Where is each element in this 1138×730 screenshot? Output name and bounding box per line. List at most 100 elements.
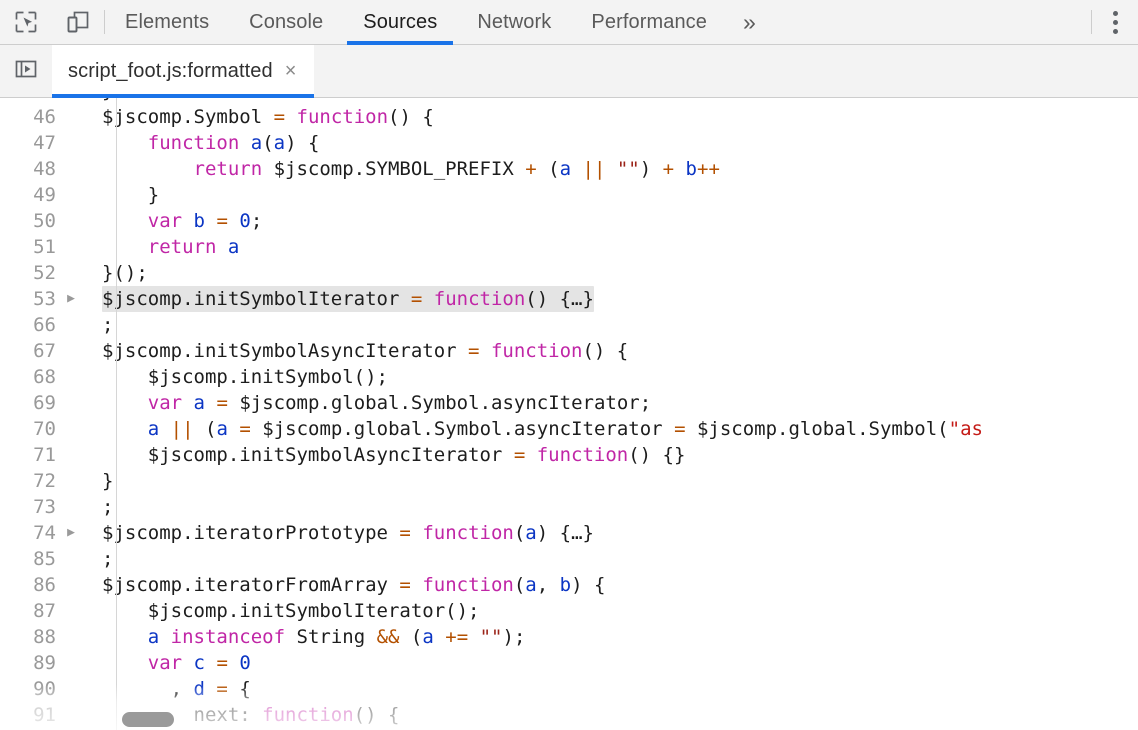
show-navigator-button[interactable]	[0, 45, 52, 97]
code-token	[228, 418, 239, 440]
code-line-text: var c = 0	[92, 650, 1138, 676]
line-gutter: 69	[0, 390, 92, 416]
code-token: a	[148, 418, 159, 440]
fold-expand-icon[interactable]: ▶	[56, 286, 86, 312]
tab-elements[interactable]: Elements	[105, 0, 229, 44]
code-line[interactable]: 53▶$jscomp.initSymbolIterator = function…	[0, 286, 1138, 312]
inspect-element-button[interactable]	[0, 0, 52, 44]
code-token: () {	[388, 106, 434, 128]
horizontal-scrollbar[interactable]	[0, 708, 1138, 730]
code-token	[102, 132, 148, 154]
more-tabs-button[interactable]: »	[727, 0, 772, 44]
code-token	[239, 132, 250, 154]
file-tab-script-foot[interactable]: script_foot.js:formatted ×	[52, 45, 314, 97]
fold-expand-icon[interactable]: ▶	[56, 520, 86, 546]
tab-console-label: Console	[249, 11, 323, 34]
code-line[interactable]: 46$jscomp.Symbol = function() {	[0, 104, 1138, 130]
more-options-button[interactable]	[1092, 0, 1138, 44]
code-token: a	[251, 132, 262, 154]
code-line[interactable]: 73;	[0, 494, 1138, 520]
code-line[interactable]: 89 var c = 0	[0, 650, 1138, 676]
line-number: 86	[0, 572, 56, 598]
line-number: 73	[0, 494, 56, 520]
code-token: $jscomp.initSymbolIterator	[102, 288, 411, 310]
line-number: 49	[0, 182, 56, 208]
line-number: 87	[0, 598, 56, 624]
code-token	[468, 626, 479, 648]
code-line[interactable]: 90 , d = {	[0, 676, 1138, 702]
code-token: b	[194, 210, 205, 232]
line-gutter: 52	[0, 260, 92, 286]
code-token: =	[216, 678, 227, 700]
code-token: a	[422, 626, 433, 648]
line-gutter: 70	[0, 416, 92, 442]
code-token: a	[525, 522, 536, 544]
device-toolbar-button[interactable]	[52, 0, 104, 44]
line-number: 72	[0, 468, 56, 494]
line-number: 69	[0, 390, 56, 416]
toolbar-spacer	[772, 0, 1091, 44]
code-token: ;	[102, 548, 113, 570]
code-line[interactable]: 74▶$jscomp.iteratorPrototype = function(…	[0, 520, 1138, 546]
kebab-menu-icon	[1113, 11, 1118, 34]
code-token: (	[514, 574, 525, 596]
code-token	[205, 678, 216, 700]
close-icon[interactable]: ×	[285, 61, 297, 81]
tab-network-label: Network	[477, 11, 551, 34]
code-line[interactable]: 85;	[0, 546, 1138, 572]
code-token	[480, 340, 491, 362]
code-line[interactable]: 88 a instanceof String && (a += "");	[0, 624, 1138, 650]
code-token	[102, 418, 148, 440]
code-line[interactable]: 86 $jscomp.iteratorFromArray = function(a…	[0, 572, 1138, 598]
code-line[interactable]: 51 return a	[0, 234, 1138, 260]
code-line-text: $jscomp.initSymbolAsyncIterator = functi…	[92, 442, 1138, 468]
code-line[interactable]: 50 var b = 0;	[0, 208, 1138, 234]
code-line[interactable]: 70 a || (a = $jscomp.global.Symbol.async…	[0, 416, 1138, 442]
code-token: }	[102, 98, 113, 102]
code-token	[205, 652, 216, 674]
horizontal-scrollbar-thumb[interactable]	[122, 712, 174, 727]
panel-tab-strip: Elements Console Sources Network Perform…	[105, 0, 1091, 44]
code-line[interactable]: 67$jscomp.initSymbolAsyncIterator = func…	[0, 338, 1138, 364]
code-token: $jscomp.global.Symbol.asyncIterator	[251, 418, 674, 440]
tab-network[interactable]: Network	[457, 0, 571, 44]
code-token: =	[468, 340, 479, 362]
tab-console[interactable]: Console	[229, 0, 343, 44]
line-gutter: 51	[0, 234, 92, 260]
code-line[interactable]: 48 return $jscomp.SYMBOL_PREFIX + (a || …	[0, 156, 1138, 182]
code-line[interactable]: 47 function a(a) {	[0, 130, 1138, 156]
code-line[interactable]: 71 $jscomp.initSymbolAsyncIterator = fun…	[0, 442, 1138, 468]
line-gutter: 48	[0, 156, 92, 182]
source-code-editor[interactable]: 45}46$jscomp.Symbol = function() {47 fun…	[0, 98, 1138, 730]
code-line-text: $jscomp.iteratorFromArray = function(a, …	[92, 572, 1138, 598]
code-token: "as	[949, 418, 983, 440]
code-token: }	[102, 184, 159, 206]
code-token: 0	[239, 652, 250, 674]
line-gutter: 49	[0, 182, 92, 208]
code-line-text: return $jscomp.SYMBOL_PREFIX + (a || "")…	[92, 156, 1138, 182]
code-line-text: ;	[92, 312, 1138, 338]
code-line[interactable]: 68 $jscomp.initSymbol();	[0, 364, 1138, 390]
code-token: $jscomp.iteratorPrototype	[102, 522, 399, 544]
code-token: ||	[583, 158, 606, 180]
code-token	[102, 652, 148, 674]
tab-sources-label: Sources	[363, 11, 437, 34]
code-line[interactable]: 49 }	[0, 182, 1138, 208]
code-line[interactable]: 69 var a = $jscomp.global.Symbol.asyncIt…	[0, 390, 1138, 416]
line-gutter: 67	[0, 338, 92, 364]
line-gutter: 72	[0, 468, 92, 494]
code-line[interactable]: 66;	[0, 312, 1138, 338]
code-line[interactable]: 87 $jscomp.initSymbolIterator();	[0, 598, 1138, 624]
code-token: ""	[617, 158, 640, 180]
code-token	[102, 626, 148, 648]
tab-performance[interactable]: Performance	[571, 0, 727, 44]
code-token: =	[514, 444, 525, 466]
code-token: ;	[102, 314, 113, 336]
code-token: ) {…}	[537, 522, 594, 544]
code-line[interactable]: 72}	[0, 468, 1138, 494]
code-token: =	[674, 418, 685, 440]
tab-sources[interactable]: Sources	[343, 0, 457, 44]
code-token	[205, 210, 216, 232]
code-line[interactable]: 52}();	[0, 260, 1138, 286]
code-token: instanceof	[171, 626, 285, 648]
